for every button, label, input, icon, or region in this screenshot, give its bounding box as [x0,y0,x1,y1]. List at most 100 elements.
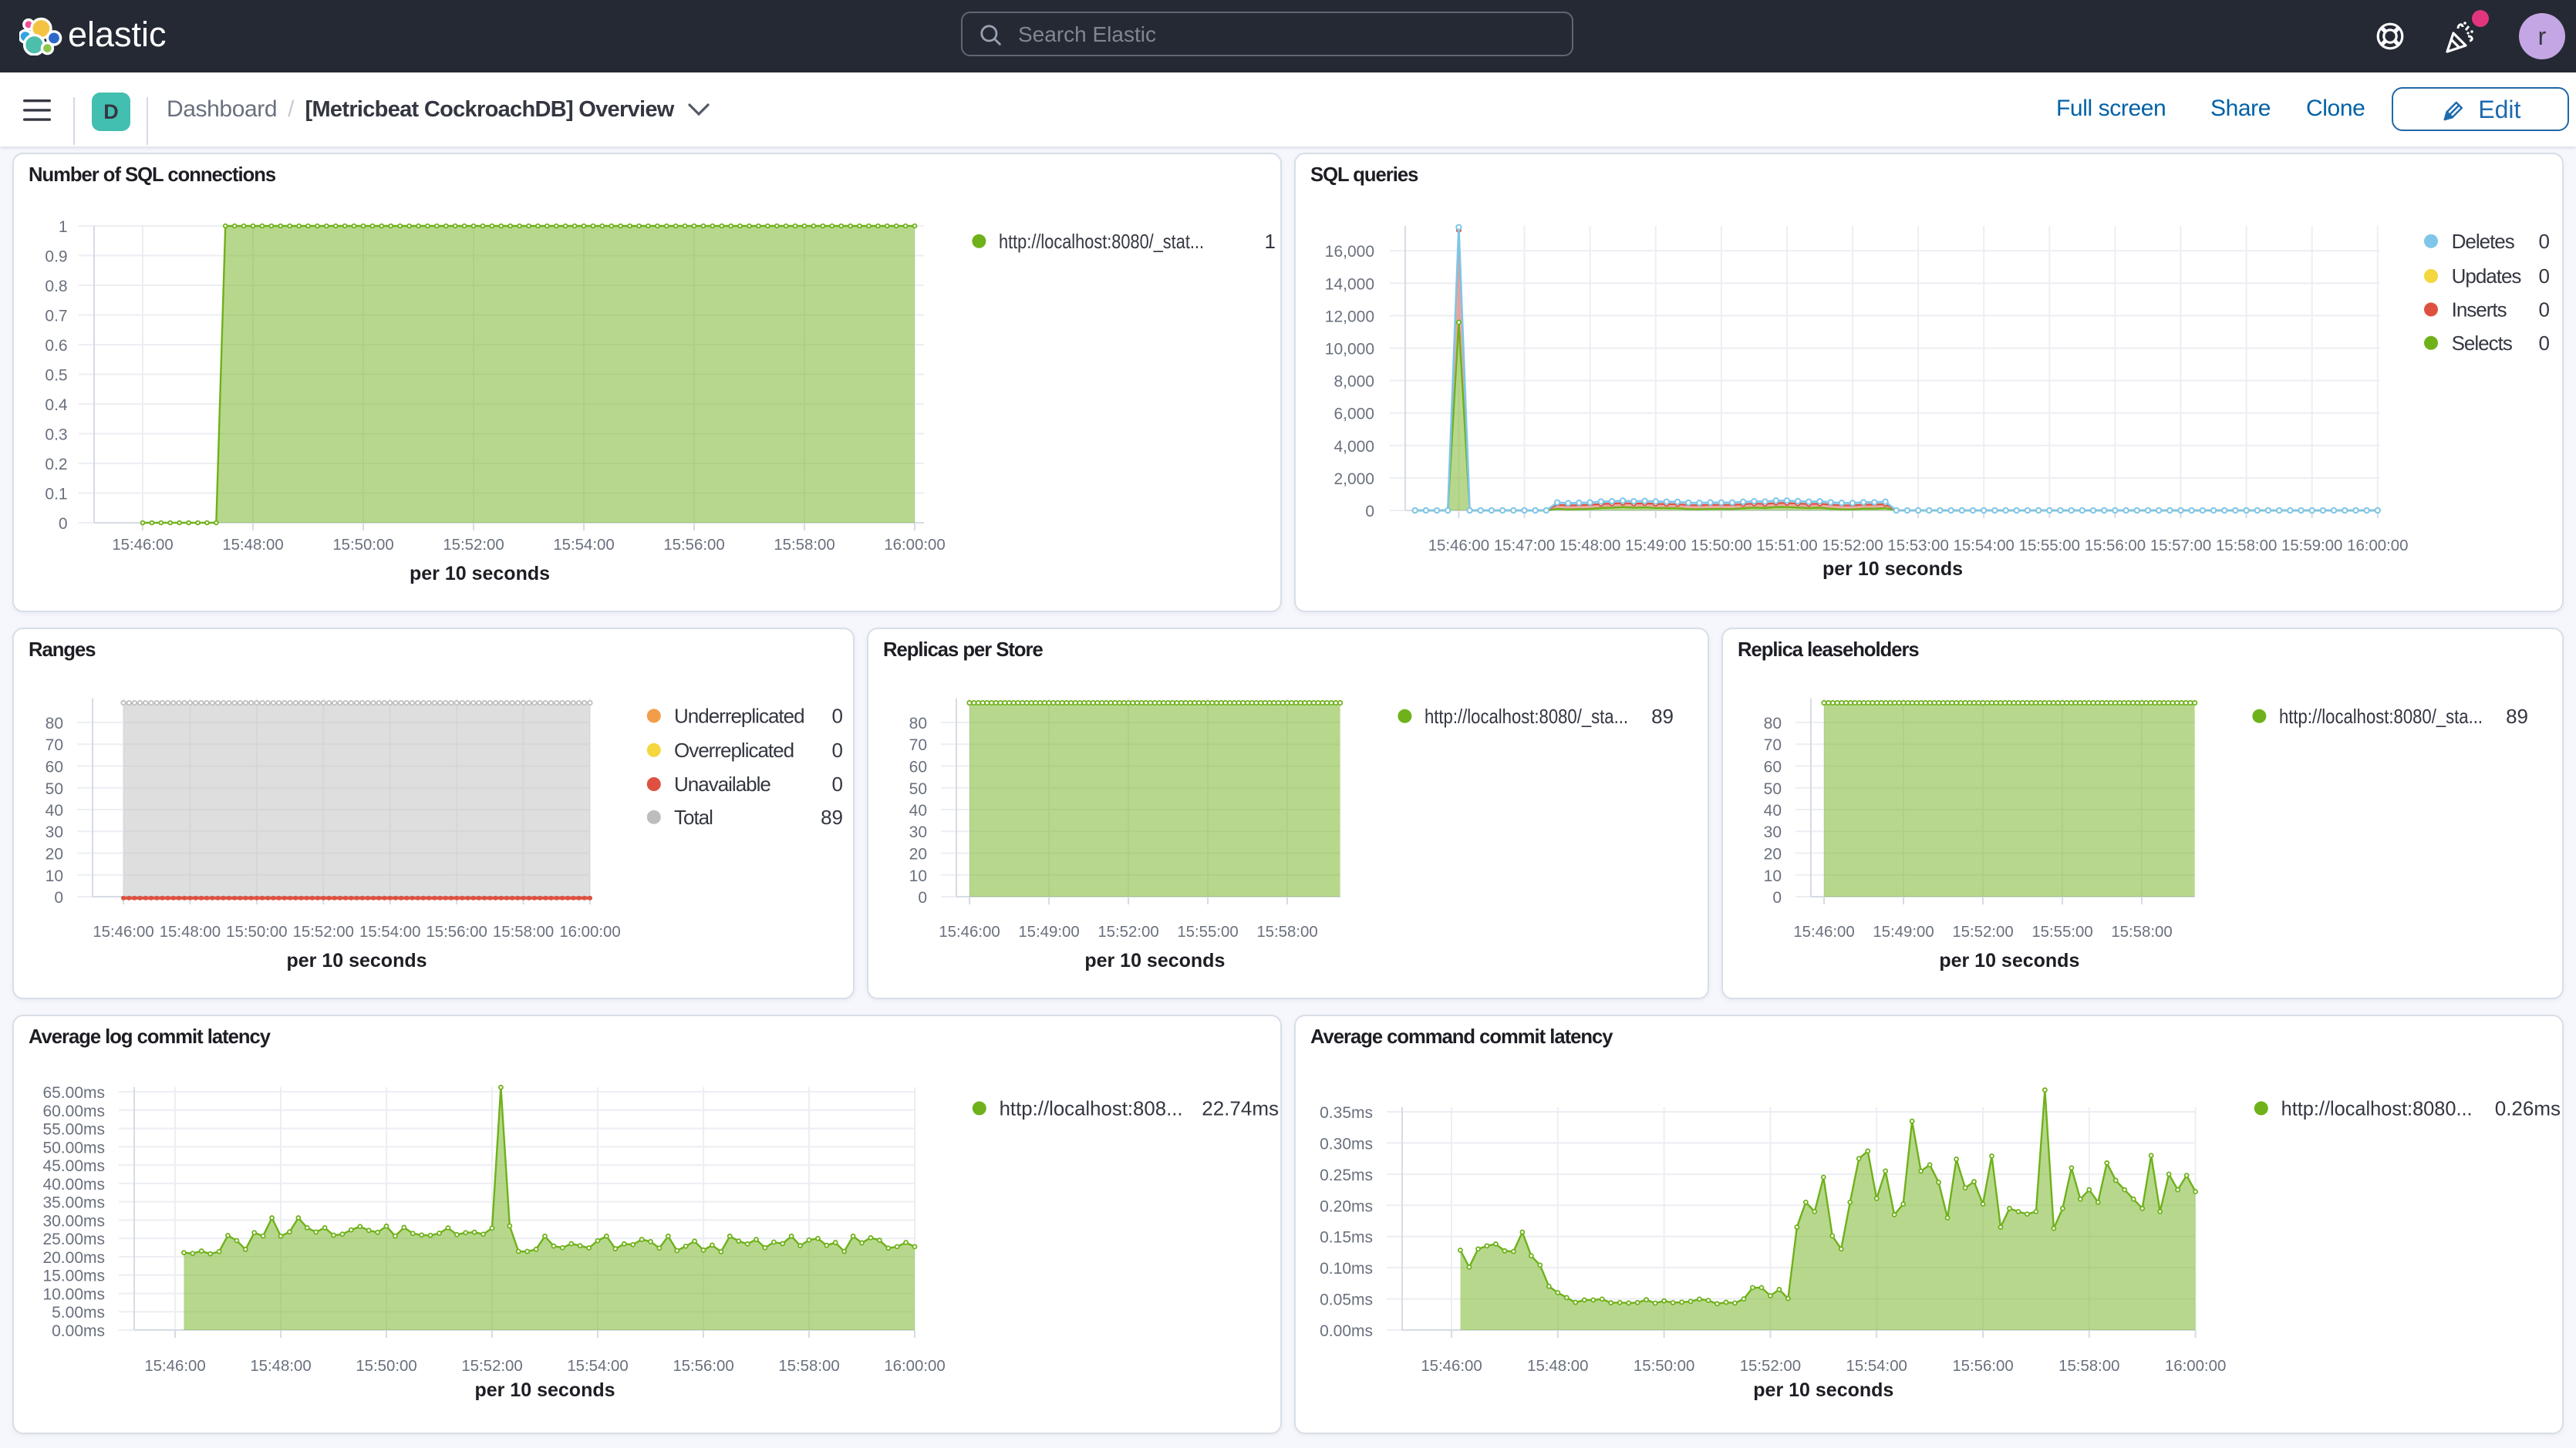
svg-text:http://localhost:8080/_sta...: http://localhost:8080/_sta... [2279,705,2483,728]
svg-text:0.00ms: 0.00ms [1320,1322,1373,1340]
svg-text:65.00ms: 65.00ms [42,1084,105,1102]
svg-text:15:54:00: 15:54:00 [1846,1358,1907,1375]
svg-text:Underreplicated: Underreplicated [674,704,804,727]
svg-text:8,000: 8,000 [1334,373,1374,391]
svg-text:15:46:00: 15:46:00 [112,537,173,554]
svg-text:Total: Total [674,806,713,829]
svg-text:10: 10 [1764,867,1782,885]
svg-text:15:46:00: 15:46:00 [939,924,1000,941]
svg-text:15:46:00: 15:46:00 [1421,1358,1482,1375]
svg-text:Number of SQL connections: Number of SQL connections [29,164,276,186]
svg-text:0: 0 [2539,264,2550,288]
svg-text:40: 40 [909,802,927,820]
svg-text:0: 0 [918,889,927,907]
svg-text:15:53:00: 15:53:00 [1887,537,1948,554]
svg-text:60: 60 [46,759,63,776]
svg-text:40: 40 [1764,802,1782,820]
svg-text:89: 89 [821,806,843,829]
svg-text:0.2: 0.2 [45,456,67,473]
svg-text:15:55:00: 15:55:00 [2019,537,2080,554]
svg-text:15:52:00: 15:52:00 [443,537,504,554]
svg-text:20: 20 [1764,846,1782,864]
svg-text:2,000: 2,000 [1334,470,1374,488]
svg-text:Selects: Selects [2452,332,2513,355]
svg-text:Replicas per Store: Replicas per Store [883,639,1044,661]
svg-text:15:46:00: 15:46:00 [1793,924,1854,941]
svg-text:0: 0 [2539,298,2550,321]
svg-text:15:56:00: 15:56:00 [2085,537,2146,554]
svg-text:10: 10 [909,867,927,885]
svg-text:0: 0 [832,739,843,762]
svg-text:80: 80 [1764,715,1782,732]
svg-text:15:58:00: 15:58:00 [2216,537,2277,554]
svg-text:Replica leaseholders: Replica leaseholders [1738,639,1919,661]
svg-text:http://localhost:8080/_stat...: http://localhost:8080/_stat... [999,230,1204,253]
svg-text:0.25ms: 0.25ms [1320,1167,1373,1184]
svg-text:6,000: 6,000 [1334,406,1374,423]
svg-text:SQL queries: SQL queries [1310,164,1418,186]
svg-text:15:54:00: 15:54:00 [567,1358,628,1375]
svg-text:80: 80 [909,715,927,732]
svg-text:0: 0 [2539,230,2550,253]
svg-text:0.00ms: 0.00ms [52,1322,105,1340]
svg-text:15:48:00: 15:48:00 [1559,537,1620,554]
svg-text:15:48:00: 15:48:00 [160,924,221,941]
svg-text:15:59:00: 15:59:00 [2281,537,2342,554]
svg-text:40.00ms: 40.00ms [42,1176,105,1194]
svg-text:per 10 seconds: per 10 seconds [410,563,550,584]
svg-text:0.6: 0.6 [45,337,67,355]
svg-text:0.4: 0.4 [45,396,68,414]
svg-text:per 10 seconds: per 10 seconds [1822,558,1963,580]
svg-text:15:51:00: 15:51:00 [1756,537,1817,554]
svg-text:http://localhost:8080/_sta...: http://localhost:8080/_sta... [1425,705,1628,728]
svg-text:Updates: Updates [2452,264,2522,288]
svg-text:15:52:00: 15:52:00 [1740,1358,1801,1375]
svg-text:89: 89 [1651,705,1674,728]
svg-text:15:58:00: 15:58:00 [778,1358,839,1375]
svg-text:0: 0 [832,704,843,727]
svg-text:15:48:00: 15:48:00 [250,1358,311,1375]
svg-text:1: 1 [59,218,68,236]
svg-text:14,000: 14,000 [1325,275,1374,293]
svg-text:30.00ms: 30.00ms [42,1212,105,1230]
svg-text:16,000: 16,000 [1325,243,1374,261]
svg-text:25.00ms: 25.00ms [42,1231,105,1248]
svg-text:22.74ms: 22.74ms [1202,1096,1279,1120]
svg-text:Ranges: Ranges [29,639,96,661]
svg-text:15:50:00: 15:50:00 [1691,537,1752,554]
svg-text:0.7: 0.7 [45,308,67,325]
svg-text:15:52:00: 15:52:00 [461,1358,522,1375]
svg-text:15:55:00: 15:55:00 [2031,924,2092,941]
svg-text:0.8: 0.8 [45,278,67,295]
svg-text:Average log commit latency: Average log commit latency [29,1026,271,1048]
svg-text:Average command commit latency: Average command commit latency [1310,1026,1613,1048]
svg-text:15:50:00: 15:50:00 [332,537,393,554]
svg-text:16:00:00: 16:00:00 [559,924,620,941]
svg-text:15:52:00: 15:52:00 [1097,924,1158,941]
svg-text:70: 70 [1764,736,1782,754]
svg-text:45.00ms: 45.00ms [42,1157,105,1175]
svg-text:15:49:00: 15:49:00 [1625,537,1686,554]
svg-text:15:58:00: 15:58:00 [774,537,835,554]
svg-text:15:50:00: 15:50:00 [356,1358,416,1375]
svg-text:15:50:00: 15:50:00 [226,924,287,941]
svg-text:15:52:00: 15:52:00 [1952,924,2013,941]
svg-text:16:00:00: 16:00:00 [2347,537,2408,554]
svg-text:16:00:00: 16:00:00 [884,1358,945,1375]
svg-text:0.1: 0.1 [45,486,67,503]
svg-text:4,000: 4,000 [1334,438,1374,456]
svg-text:10.00ms: 10.00ms [42,1285,105,1303]
svg-text:50: 50 [1764,780,1782,798]
svg-text:50: 50 [46,780,63,798]
svg-text:15:49:00: 15:49:00 [1873,924,1934,941]
svg-text:0.20ms: 0.20ms [1320,1197,1373,1215]
svg-text:15:58:00: 15:58:00 [2058,1358,2119,1375]
svg-text:5.00ms: 5.00ms [52,1304,105,1322]
svg-text:Overreplicated: Overreplicated [674,739,794,762]
svg-text:15:49:00: 15:49:00 [1018,924,1079,941]
svg-text:15:46:00: 15:46:00 [1428,537,1489,554]
svg-text:15:56:00: 15:56:00 [663,537,724,554]
svg-text:15:58:00: 15:58:00 [2111,924,2172,941]
svg-text:16:00:00: 16:00:00 [2165,1358,2226,1375]
svg-text:per 10 seconds: per 10 seconds [1939,950,2079,972]
